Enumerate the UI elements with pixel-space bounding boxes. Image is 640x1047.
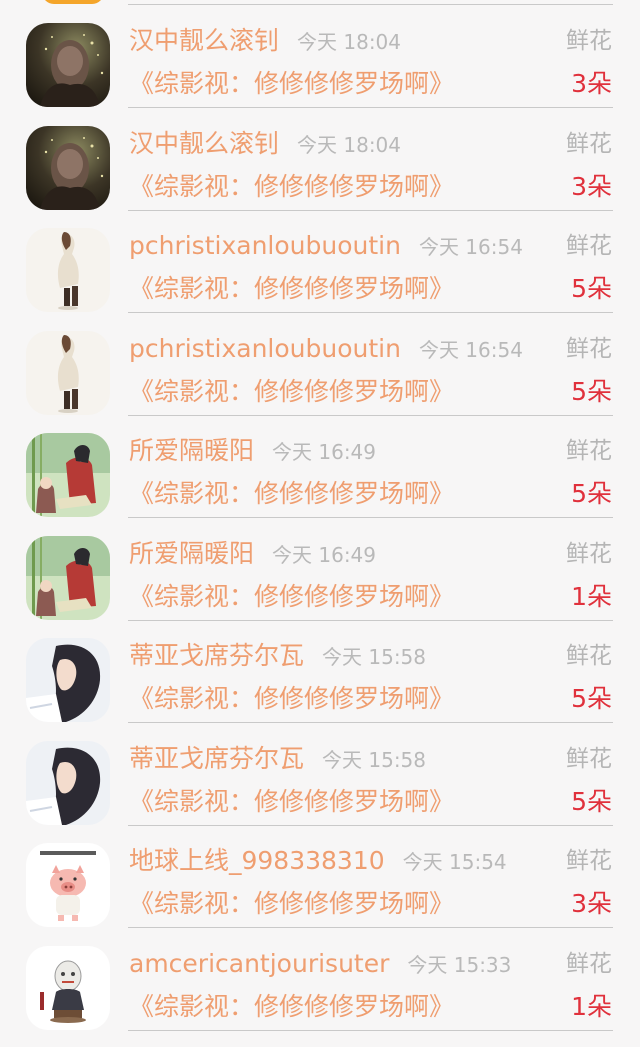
work-title[interactable]: 《综影视：修修修修罗场啊》 [129, 272, 454, 306]
gift-type-label: 鲜花 [566, 540, 612, 567]
timestamp: 今天 15:58 [322, 645, 427, 669]
timestamp: 今天 15:33 [407, 952, 512, 977]
gift-count: 5朵 [571, 376, 612, 406]
separator [128, 414, 613, 416]
list-item[interactable]: 汉中靓么滚钊 今天 18:04 鲜花 《综影视：修修修修罗场啊》 3朵 [0, 121, 640, 224]
gift-count: 5朵 [571, 479, 612, 508]
gift-count: 3朵 [571, 69, 612, 98]
list-item[interactable]: 蒂亚戈席芬尔瓦 今天 15:58 鲜花 《综影视：修修修修罗场啊》 5朵 [0, 736, 640, 839]
user-name[interactable]: amcericantjourisuter 今天 15:33 [129, 947, 511, 982]
dark-portrait-avatar[interactable] [26, 23, 110, 107]
work-title[interactable]: 《综影视：修修修修罗场啊》 [129, 170, 454, 204]
gift-type-label: 鲜花 [566, 848, 612, 874]
gift-type-label: 鲜花 [566, 28, 612, 54]
cartoon-pig-avatar[interactable] [26, 843, 110, 927]
user-name[interactable]: 汉中靓么滚钊 今天 18:04 [129, 127, 401, 162]
gift-type-label: 鲜花 [566, 643, 612, 669]
list-item[interactable]: amcericantjourisuter 今天 15:33 鲜花 《综影视：修修修… [0, 941, 640, 1044]
work-title[interactable]: 《综影视：修修修修罗场啊》 [129, 785, 454, 819]
separator [128, 312, 613, 313]
separator [128, 619, 613, 621]
list-item[interactable]: pchristixanloubuoutin 今天 16:54 鲜花 《综影视：修修… [0, 326, 640, 429]
timestamp: 今天 16:49 [272, 440, 377, 464]
masked-figurine-avatar[interactable] [26, 945, 110, 1030]
gift-count: 5朵 [571, 274, 612, 303]
separator [128, 1029, 613, 1031]
work-title[interactable]: 《综影视：修修修修罗场啊》 [129, 375, 454, 409]
girl-side-profile-avatar[interactable] [26, 740, 110, 825]
separator [128, 4, 613, 5]
user-name[interactable]: 蒂亚戈席芬尔瓦 今天 15:58 [129, 639, 426, 674]
separator [128, 517, 613, 518]
list-item[interactable]: 地球上线_998338310 今天 15:54 鲜花 《综影视：修修修修罗场啊》 … [0, 838, 640, 941]
anime-couple-avatar[interactable] [26, 433, 110, 517]
user-name[interactable]: 汉中靓么滚钊 今天 18:04 [129, 24, 401, 59]
timestamp: 今天 15:54 [402, 850, 507, 874]
work-title[interactable]: 《综影视：修修修修罗场啊》 [129, 67, 454, 101]
gift-type-label: 鲜花 [566, 130, 612, 157]
gift-count: 5朵 [571, 786, 612, 816]
timestamp: 今天 18:04 [297, 132, 402, 157]
work-title[interactable]: 《综影视：修修修修罗场啊》 [129, 477, 454, 511]
gift-type-label: 鲜花 [566, 335, 612, 362]
separator [128, 927, 613, 928]
dark-portrait-avatar[interactable] [26, 125, 110, 210]
separator [128, 107, 613, 108]
gift-type-label: 鲜花 [566, 950, 612, 977]
work-title[interactable]: 《综影视：修修修修罗场啊》 [129, 580, 454, 614]
gift-record-list: 汉中靓么滚钊 今天 18:04 鲜花 《综影视：修修修修罗场啊》 3朵 汉中靓么滚… [0, 18, 640, 1043]
list-item[interactable]: 所爱隔暖阳 今天 16:49 鲜花 《综影视：修修修修罗场啊》 5朵 [0, 428, 640, 531]
woman-in-dress-avatar[interactable] [26, 330, 110, 415]
anime-couple-avatar[interactable] [26, 535, 110, 620]
user-name[interactable]: 所爱隔暖阳 今天 16:49 [129, 537, 376, 572]
timestamp: 今天 18:04 [297, 30, 402, 54]
woman-in-dress-avatar[interactable] [26, 228, 110, 312]
list-item[interactable]: 汉中靓么滚钊 今天 18:04 鲜花 《综影视：修修修修罗场啊》 3朵 [0, 18, 640, 121]
separator [128, 824, 613, 826]
gift-count: 5朵 [571, 684, 612, 713]
gift-count: 3朵 [571, 171, 612, 201]
separator [128, 209, 613, 211]
user-name[interactable]: pchristixanloubuoutin 今天 16:54 [129, 332, 523, 367]
list-item[interactable]: 蒂亚戈席芬尔瓦 今天 15:58 鲜花 《综影视：修修修修罗场啊》 5朵 [0, 633, 640, 736]
separator [128, 722, 613, 723]
timestamp: 今天 15:58 [322, 747, 427, 772]
previous-item-avatar-edge [42, 0, 104, 4]
gift-count: 3朵 [571, 889, 612, 918]
gift-type-label: 鲜花 [566, 233, 612, 259]
gift-count: 1朵 [571, 991, 612, 1021]
work-title[interactable]: 《综影视：修修修修罗场啊》 [129, 990, 454, 1024]
work-title[interactable]: 《综影视：修修修修罗场啊》 [129, 682, 454, 716]
gift-type-label: 鲜花 [566, 745, 612, 772]
work-title[interactable]: 《综影视：修修修修罗场啊》 [129, 887, 454, 921]
timestamp: 今天 16:49 [272, 542, 377, 567]
list-item[interactable]: pchristixanloubuoutin 今天 16:54 鲜花 《综影视：修修… [0, 223, 640, 326]
user-name[interactable]: 所爱隔暖阳 今天 16:49 [129, 434, 376, 469]
gift-type-label: 鲜花 [566, 438, 612, 464]
user-name[interactable]: 地球上线_998338310 今天 15:54 [129, 844, 507, 879]
user-name[interactable]: pchristixanloubuoutin 今天 16:54 [129, 229, 523, 264]
timestamp: 今天 16:54 [418, 337, 523, 362]
user-name[interactable]: 蒂亚戈席芬尔瓦 今天 15:58 [129, 742, 426, 777]
girl-side-profile-avatar[interactable] [26, 638, 110, 722]
list-item[interactable]: 所爱隔暖阳 今天 16:49 鲜花 《综影视：修修修修罗场啊》 1朵 [0, 531, 640, 634]
timestamp: 今天 16:54 [418, 235, 523, 259]
gift-count: 1朵 [571, 581, 612, 611]
